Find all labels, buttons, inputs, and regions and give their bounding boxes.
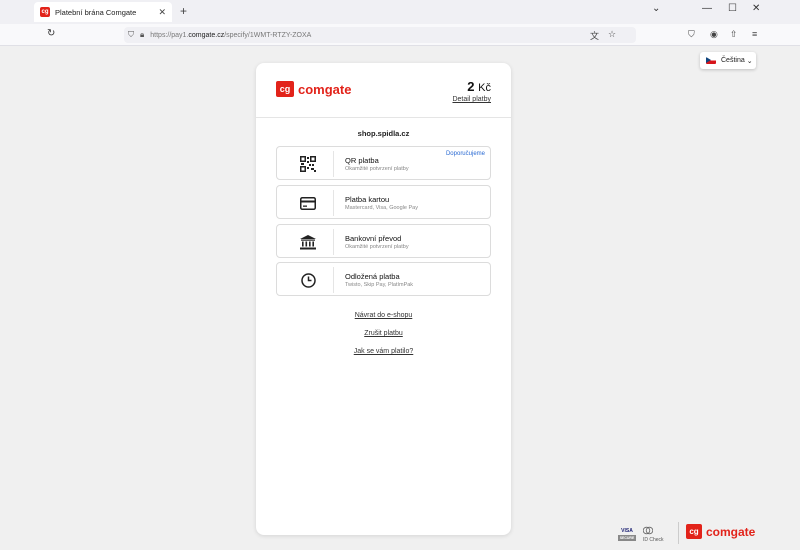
payment-option-deferred[interactable]: Odložená platba Twisto, Skip Pay, Platím… (276, 262, 491, 296)
minimize-icon[interactable]: — (702, 3, 712, 14)
language-label: Čeština (721, 57, 745, 64)
reload-icon[interactable]: ↻ (47, 28, 55, 39)
header-divider (256, 117, 511, 118)
price-amount: 2 Kč (452, 79, 491, 94)
extensions-icon[interactable]: ⇧ (730, 29, 738, 40)
mastercard-id-check-badge: ID Check (642, 526, 664, 543)
back-to-eshop-link[interactable]: Návrat do e-shopu (256, 312, 511, 319)
shop-name: shop.spidla.cz (357, 129, 410, 138)
footer-separator (678, 522, 679, 544)
qr-code-icon (299, 155, 317, 173)
browser-tab-bar: cg Platební brána Comgate ✕ + ⌄ — ☐ ✕ (0, 0, 800, 24)
option-subtitle: Okamžité potvrzení platby (345, 166, 409, 172)
card-security-badges: VISA SECURE ID Check (617, 524, 664, 544)
clock-icon (299, 271, 317, 289)
visa-secure-badge: VISA SECURE (617, 524, 637, 544)
tab-title: Platební brána Comgate (55, 7, 137, 17)
recommended-badge: Doporučujeme (445, 151, 485, 157)
option-separator (333, 267, 334, 293)
option-subtitle: Okamžité potvrzení platby (345, 244, 409, 250)
comgate-logo: cg comgate (276, 81, 351, 97)
price-currency: Kč (478, 82, 491, 94)
pocket-icon[interactable]: ⛉ (688, 29, 695, 40)
payment-option-qr[interactable]: QR platba Okamžité potvrzení platby Dopo… (276, 146, 491, 180)
option-subtitle: Mastercard, Visa, Google Pay (345, 205, 418, 211)
new-tab-icon[interactable]: + (180, 4, 187, 18)
chevron-down-icon: ⌄ (746, 57, 753, 65)
url-bar[interactable]: ⛉ 🔒︎ https://pay1. comgate.cz/specify/1WM… (124, 27, 636, 43)
id-check-icon (642, 526, 654, 534)
cancel-payment-link[interactable]: Zrušit platbu (256, 330, 511, 337)
visa-label: VISA (621, 527, 633, 534)
footer-logo-mark: cg (686, 524, 702, 539)
url-prefix: https://pay1. (150, 31, 189, 39)
credit-card-icon (299, 194, 317, 212)
url-path: /specify/1WMT-RTZY-ZOXA (224, 31, 312, 39)
bookmark-star-icon[interactable]: ☆ (608, 29, 616, 40)
menu-icon[interactable]: ≡ (752, 29, 757, 39)
option-title: QR platba (345, 156, 379, 165)
translate-icon[interactable]: 文 (590, 29, 599, 42)
option-title: Bankovní převod (345, 234, 402, 243)
browser-nav-bar: ↻ ⛉ 🔒︎ https://pay1. comgate.cz/specify/1… (0, 24, 800, 46)
maximize-icon[interactable]: ☐ (728, 3, 737, 14)
payment-option-bank[interactable]: Bankovní převod Okamžité potvrzení platb… (276, 224, 491, 258)
tab-close-icon[interactable]: ✕ (158, 7, 166, 18)
option-title: Platba kartou (345, 195, 390, 204)
payment-detail-link[interactable]: Detail platby (452, 96, 491, 103)
account-icon[interactable]: ◉ (710, 29, 718, 40)
logo-mark: cg (276, 81, 294, 97)
footer-logo-text: comgate (706, 524, 756, 539)
id-check-label: ID Check (643, 536, 664, 543)
close-window-icon[interactable]: ✕ (752, 3, 760, 14)
language-select[interactable]: Čeština ⌄ (700, 52, 756, 69)
feedback-link[interactable]: Jak se vám platilo? (256, 348, 511, 355)
option-subtitle: Twisto, Skip Pay, PlatímPak (345, 282, 414, 288)
option-separator (333, 190, 334, 216)
option-separator (333, 151, 334, 177)
comgate-favicon-icon: cg (40, 7, 50, 17)
url-domain: comgate.cz (188, 31, 225, 39)
tab-list-chevron-icon[interactable]: ⌄ (652, 3, 660, 14)
price-block: 2 Kč Detail platby (452, 79, 491, 103)
footer-comgate-logo: cg comgate (686, 524, 755, 539)
payment-card: cg comgate 2 Kč Detail platby shop.spidl… (256, 63, 511, 535)
option-title: Odložená platba (345, 272, 400, 281)
shield-icon[interactable]: ⛉ (128, 30, 134, 40)
bank-icon (299, 233, 317, 251)
lock-icon[interactable]: 🔒︎ (140, 30, 144, 40)
payment-option-card[interactable]: Platba kartou Mastercard, Visa, Google P… (276, 185, 491, 219)
option-separator (333, 229, 334, 255)
czech-flag-icon (706, 57, 716, 64)
price-value: 2 (467, 79, 475, 94)
visa-secure-label: SECURE (617, 534, 637, 541)
browser-tab[interactable]: cg Platební brána Comgate ✕ (34, 2, 172, 22)
logo-text: comgate (298, 81, 352, 97)
